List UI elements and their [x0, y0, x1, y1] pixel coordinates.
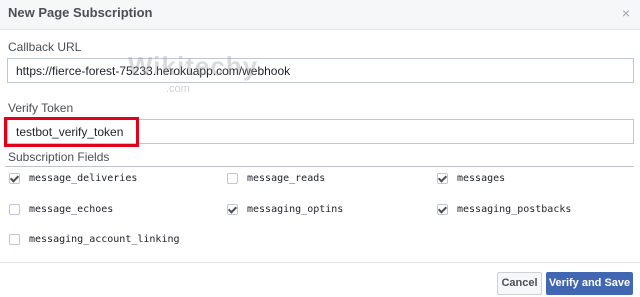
dialog-footer: Cancel Verify and Save: [0, 262, 640, 297]
highlight-box: [4, 117, 139, 147]
callback-url-input[interactable]: [7, 58, 634, 83]
dialog-header: New Page Subscription ×: [0, 0, 640, 30]
checkbox-icon[interactable]: [227, 204, 238, 215]
checkbox-label: messages: [457, 173, 506, 184]
checkbox-icon[interactable]: [9, 234, 20, 245]
dialog-title: New Page Subscription: [8, 5, 153, 20]
checkbox-icon[interactable]: [437, 204, 448, 215]
checkbox-message-echoes[interactable]: message_echoes: [9, 204, 113, 215]
checkbox-icon[interactable]: [227, 173, 238, 184]
cancel-button[interactable]: Cancel: [497, 272, 542, 295]
checkbox-label: messaging_optins: [247, 204, 344, 215]
checkbox-icon[interactable]: [437, 173, 448, 184]
checkbox-label: message_echoes: [29, 204, 114, 215]
verify-and-save-button[interactable]: Verify and Save: [546, 272, 633, 295]
checkbox-label: message_deliveries: [29, 173, 138, 184]
checkbox-label: message_reads: [247, 173, 326, 184]
subscription-fields-label: Subscription Fields: [8, 150, 110, 164]
checkbox-messaging-optins[interactable]: messaging_optins: [227, 204, 343, 215]
callback-url-label: Callback URL: [8, 40, 82, 54]
close-icon[interactable]: ×: [618, 5, 634, 21]
new-page-subscription-dialog: New Page Subscription × Callback URL Wik…: [0, 0, 640, 297]
verify-token-label: Verify Token: [8, 101, 74, 115]
checkbox-icon[interactable]: [9, 173, 20, 184]
divider: [5, 166, 634, 167]
checkbox-label: messaging_account_linking: [29, 234, 180, 245]
checkbox-message-reads[interactable]: message_reads: [227, 173, 325, 184]
checkbox-icon[interactable]: [9, 204, 20, 215]
checkbox-label: messaging_postbacks: [457, 204, 572, 215]
checkbox-messaging-account-linking[interactable]: messaging_account_linking: [9, 234, 180, 245]
watermark-domain: .com: [166, 83, 190, 95]
checkbox-messaging-postbacks[interactable]: messaging_postbacks: [437, 204, 571, 215]
checkbox-message-deliveries[interactable]: message_deliveries: [9, 173, 137, 184]
checkbox-messages[interactable]: messages: [437, 173, 505, 184]
